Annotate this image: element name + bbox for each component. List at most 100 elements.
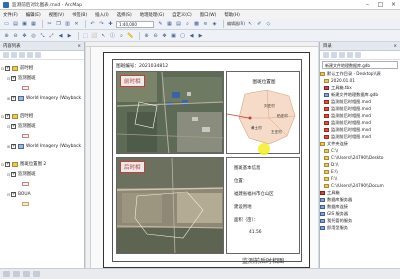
layout-zoom-in-icon[interactable]: ⊕	[143, 32, 150, 39]
catalog-item[interactable]: 工具箱.tbx	[320, 84, 400, 91]
layer-visibility-checkbox[interactable]	[11, 171, 16, 177]
data-view-icon[interactable]	[3, 271, 10, 277]
before-imagery-frame[interactable]: 前时相	[116, 71, 224, 154]
up-level-icon[interactable]	[331, 52, 337, 58]
toc-frame-before[interactable]: ⊟ 前时相	[0, 63, 84, 73]
zoom-whole-page-icon[interactable]: ▣	[170, 32, 177, 39]
model-builder-icon[interactable]: ◈	[211, 21, 218, 28]
layer-visibility-checkbox[interactable]	[11, 191, 16, 197]
frame-visibility-checkbox[interactable]	[5, 65, 10, 71]
catalog-item[interactable]: E:\\	[320, 168, 400, 175]
search-icon[interactable]: ⌕	[184, 21, 191, 28]
location-map-frame[interactable]: 图斑位置图 刘庄村 柏庄村 黄土村 王庄村	[226, 71, 300, 154]
select-features-icon[interactable]: ⬚	[82, 32, 89, 39]
polygon-symbol-swatch[interactable]	[22, 202, 29, 206]
layout-pan-icon[interactable]: ✥	[161, 32, 168, 39]
catalog-item[interactable]: C:\\Users\\24790\\Deskto	[320, 154, 400, 161]
menu-edit[interactable]: 编辑(E)	[26, 12, 41, 18]
after-label[interactable]: 后时相	[120, 161, 145, 173]
cut-icon[interactable]: ✂	[46, 21, 53, 28]
new-document-icon[interactable]: ▭	[3, 21, 10, 28]
undo-icon[interactable]: ↶	[89, 21, 96, 28]
polygon-symbol-swatch[interactable]	[22, 134, 29, 138]
menu-view[interactable]: 视图(V)	[49, 12, 64, 18]
catalog-item[interactable]: 工具箱	[320, 189, 400, 196]
menu-bookmarks[interactable]: 书签(B)	[72, 12, 87, 18]
toggle-contents-icon[interactable]	[355, 52, 361, 58]
catalog-location-field[interactable]: 新建文件地理数据库.gdb	[322, 61, 398, 69]
catalog-item[interactable]: C:\\Users\\24790\\Docum	[320, 182, 400, 189]
layout-zoom-out-icon[interactable]: ⊖	[152, 32, 159, 39]
layer-visibility-checkbox[interactable]	[11, 123, 16, 129]
sketch-icon[interactable]: ✐	[256, 21, 263, 28]
catalog-item[interactable]: 默认工作目录 - Desktop\\源	[320, 70, 400, 77]
python-icon[interactable]: ≋	[202, 21, 209, 28]
list-by-source-icon[interactable]	[11, 52, 17, 58]
toc-layer-row[interactable]: ⊟ 监测图斑	[0, 121, 84, 131]
back-icon[interactable]	[323, 52, 329, 58]
catalog-item[interactable]: F:\\	[320, 175, 400, 182]
save-icon[interactable]: ▣	[21, 21, 28, 28]
identify-icon[interactable]: ⓘ	[109, 32, 116, 39]
select-elements-icon[interactable]: ↖	[100, 32, 107, 39]
layer-visibility-checkbox[interactable]	[11, 143, 16, 149]
home-icon[interactable]	[339, 52, 345, 58]
add-data-icon[interactable]: ✚	[107, 21, 114, 28]
redo-icon[interactable]: ↷	[98, 21, 105, 28]
catalog-item[interactable]: 监测前后时相图.mxd	[320, 105, 400, 112]
map-number-text[interactable]: 图斑编号：2021034812	[116, 63, 168, 69]
zoom-100-icon[interactable]: ▢	[179, 32, 186, 39]
pause-drawing-icon[interactable]	[33, 271, 40, 277]
polygon-symbol-swatch[interactable]	[22, 86, 29, 90]
catalog-item[interactable]: 监测前后时相图.mxd	[320, 126, 400, 133]
before-label[interactable]: 前时相	[120, 75, 145, 87]
layer-visibility-checkbox[interactable]	[11, 95, 16, 101]
parcel-info-box[interactable]: 图斑基本信息 位置： 福建省福州市仓山区 建设用地 面积（亩）： 41.56	[226, 157, 300, 254]
maximize-button[interactable]: □	[374, 0, 387, 10]
toc-layer-row[interactable]: ⊞ World Imagery (Wayback	[0, 141, 84, 151]
refresh-icon[interactable]	[23, 271, 30, 277]
edit-tool-icon[interactable]: ↖	[247, 21, 254, 28]
menu-geoprocessing[interactable]: 地理处理(G)	[140, 12, 164, 18]
open-icon[interactable]: ▤	[12, 21, 19, 28]
frame-visibility-checkbox[interactable]	[5, 113, 10, 119]
menu-customize[interactable]: 自定义(C)	[172, 12, 192, 18]
catalog-item[interactable]: 新建文件地理数据库.gdb	[320, 91, 400, 98]
catalog-item[interactable]: 监测前后时相图.mxd	[320, 133, 400, 140]
find-icon[interactable]: ⌕	[118, 32, 125, 39]
catalog-item[interactable]: D:\\	[320, 161, 400, 168]
menu-help[interactable]: 帮助(H)	[224, 12, 240, 18]
polygon-symbol-swatch[interactable]	[22, 182, 29, 186]
toc-options-icon[interactable]	[35, 52, 41, 58]
zoom-out-icon[interactable]: ⊖	[12, 32, 19, 39]
measure-icon[interactable]: 📏	[127, 32, 134, 39]
menu-windows[interactable]: 窗口(W)	[200, 12, 217, 18]
paste-icon[interactable]: ▥	[64, 21, 71, 28]
catalog-item[interactable]: 数据库连接	[320, 203, 400, 210]
connect-folder-icon[interactable]	[347, 52, 353, 58]
copy-icon[interactable]: ❐	[55, 21, 62, 28]
toc-layer-row[interactable]: ⊞ World Imagery (Wayback	[0, 93, 84, 103]
menu-selection[interactable]: 选择(S)	[117, 12, 132, 18]
catalog-item[interactable]: C:\\	[320, 147, 400, 154]
fixed-zoom-in-icon[interactable]: ⤡	[39, 32, 46, 39]
minimize-button[interactable]: –	[361, 0, 374, 10]
catalog-item[interactable]: 数据库服务器	[320, 196, 400, 203]
fixed-zoom-out-icon[interactable]: ⤢	[48, 32, 55, 39]
layout-forward-icon[interactable]: ▶	[197, 32, 204, 39]
catalog-item[interactable]: GIS 服务器	[320, 210, 400, 217]
catalog-item[interactable]: 文件夹连接	[320, 140, 400, 147]
list-by-drawing-order-icon[interactable]	[3, 52, 9, 58]
list-by-visibility-icon[interactable]	[19, 52, 25, 58]
catalog-item[interactable]: 监测前后时相图.mxd	[320, 119, 400, 126]
back-extent-icon[interactable]: ◀	[57, 32, 64, 39]
layout-footer-title[interactable]: 监测前后时相图	[226, 256, 300, 265]
toc-layer-row[interactable]: ⊟ 监测图斑	[0, 169, 84, 179]
zoom-in-icon[interactable]: ⊕	[3, 32, 10, 39]
toolbox-icon[interactable]: ▩	[193, 21, 200, 28]
toc-layer-row[interactable]: ⊟ BOUA	[0, 189, 84, 199]
pan-icon[interactable]: ✥	[21, 32, 28, 39]
frame-visibility-checkbox[interactable]	[5, 161, 10, 167]
toc-close-button[interactable]: ×	[77, 42, 81, 50]
catalog-close-button[interactable]: ×	[393, 42, 397, 50]
